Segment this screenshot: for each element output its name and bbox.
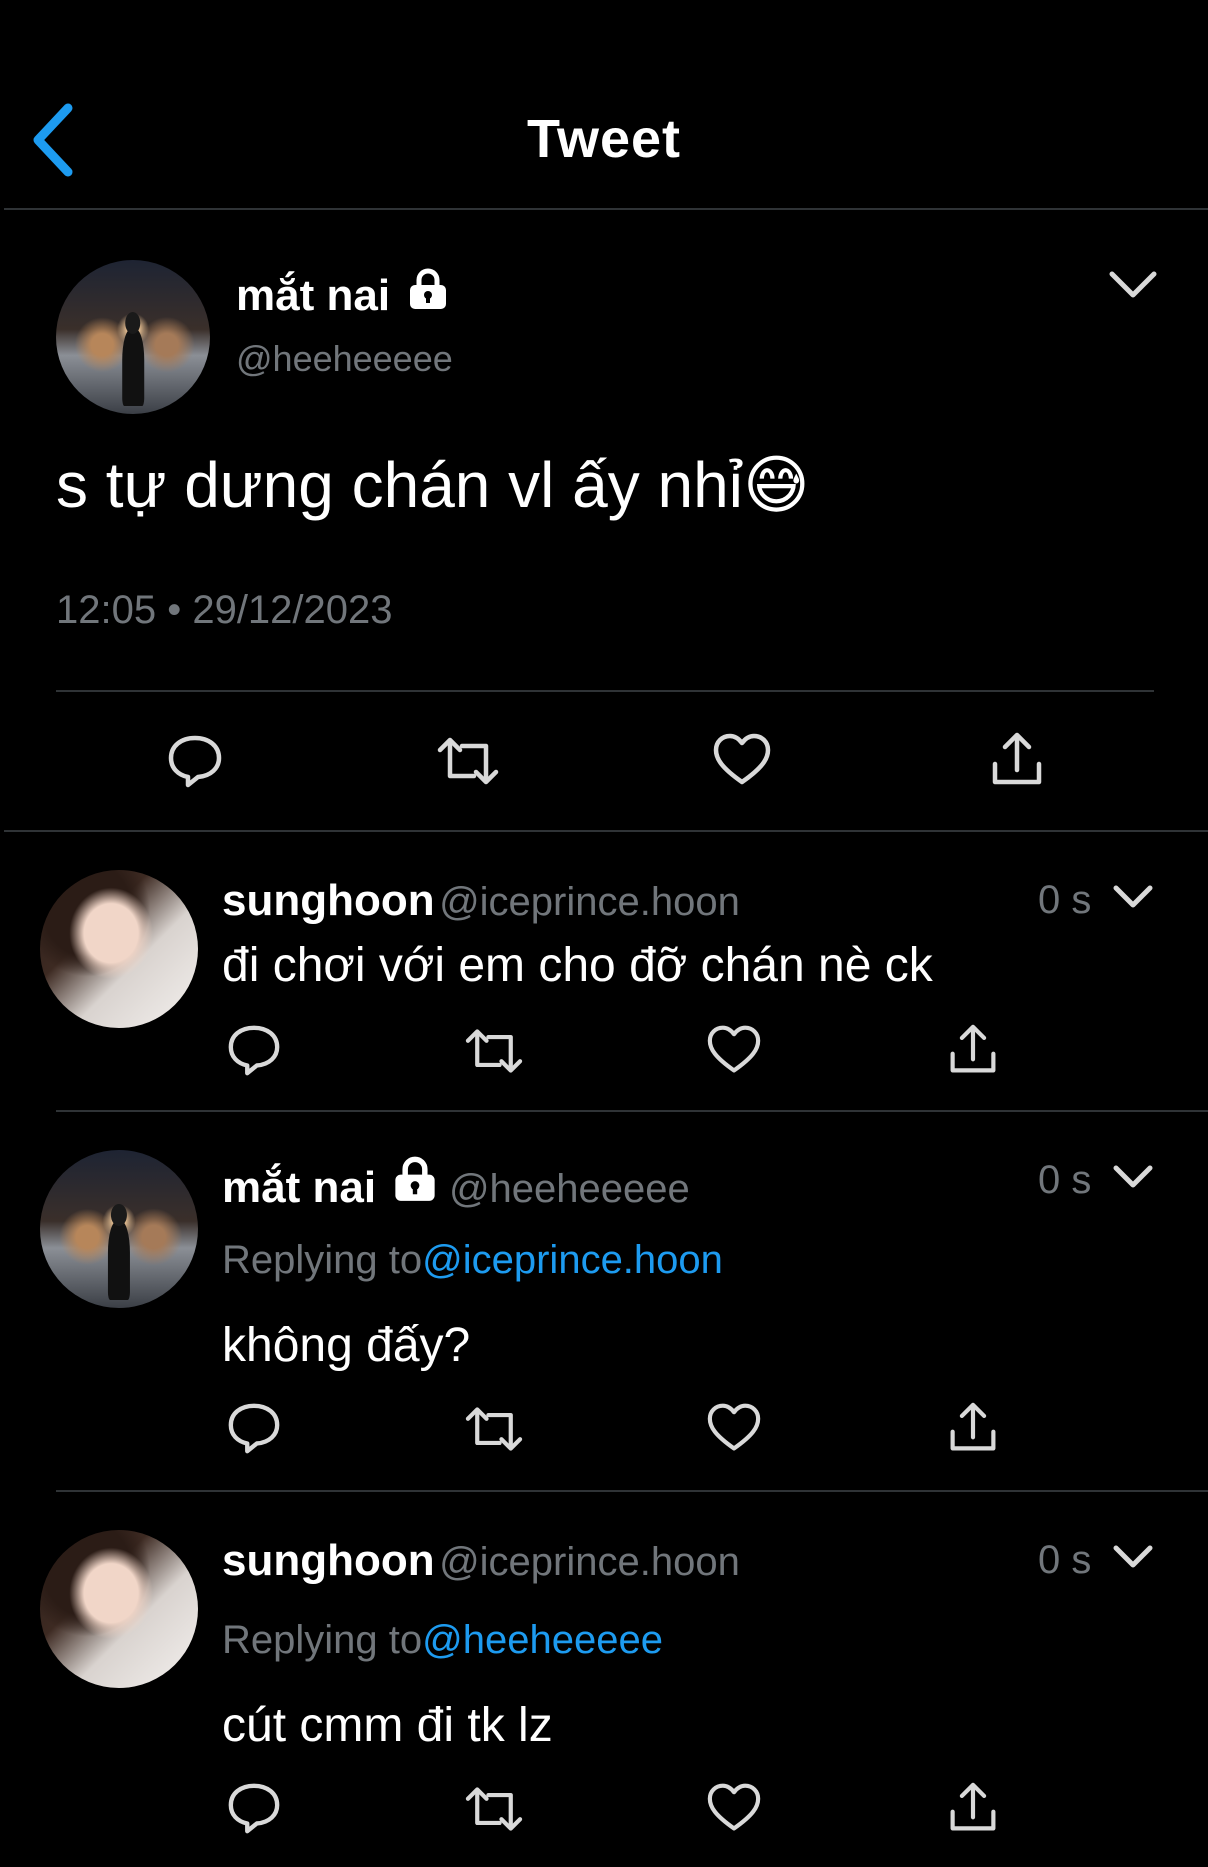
replying-to-mention[interactable]: @heeheeeee bbox=[422, 1618, 663, 1662]
retweet-icon bbox=[465, 1029, 523, 1073]
avatar[interactable] bbox=[40, 1150, 198, 1308]
replying-to: Replying to@iceprince.hoon bbox=[222, 1238, 723, 1283]
share-icon bbox=[950, 1024, 996, 1073]
reply-options-button[interactable] bbox=[1112, 1162, 1154, 1197]
retweet-button[interactable] bbox=[464, 1402, 524, 1461]
share-button[interactable] bbox=[948, 1782, 998, 1839]
lock-icon bbox=[394, 1156, 435, 1201]
reply-author-name[interactable]: sunghoon bbox=[222, 876, 435, 925]
like-icon bbox=[707, 1783, 761, 1831]
share-button[interactable] bbox=[948, 1402, 998, 1459]
reply-icon bbox=[228, 1403, 280, 1454]
reply-header: sunghoon @iceprince.hoon bbox=[222, 1536, 740, 1586]
reply-time: 0 s bbox=[1038, 1538, 1092, 1582]
retweet-icon bbox=[465, 1787, 523, 1831]
like-icon bbox=[713, 733, 771, 785]
retweet-button[interactable] bbox=[436, 732, 500, 795]
reply-time: 0 s bbox=[1038, 1158, 1092, 1202]
reply-time: 0 s bbox=[1038, 878, 1092, 922]
reply-text: không đấy? bbox=[222, 1319, 471, 1372]
avatar[interactable] bbox=[40, 1530, 198, 1688]
share-button[interactable] bbox=[948, 1024, 998, 1081]
like-button[interactable] bbox=[706, 1402, 762, 1459]
share-icon bbox=[992, 732, 1042, 785]
chevron-down-icon bbox=[1113, 1165, 1153, 1188]
reply-icon bbox=[228, 1783, 280, 1834]
reply-icon bbox=[228, 1025, 280, 1076]
share-icon bbox=[950, 1402, 996, 1451]
reply-header: sunghoon @iceprince.hoon bbox=[222, 876, 740, 926]
header-divider bbox=[4, 208, 1208, 210]
reply-author-handle[interactable]: @iceprince.hoon bbox=[439, 1540, 740, 1584]
chevron-down-icon bbox=[1109, 271, 1157, 298]
like-button[interactable] bbox=[706, 1024, 762, 1081]
reply-options-button[interactable] bbox=[1112, 882, 1154, 917]
page-title: Tweet bbox=[526, 109, 682, 169]
avatar[interactable] bbox=[40, 870, 198, 1028]
like-icon bbox=[707, 1403, 761, 1451]
share-icon bbox=[950, 1782, 996, 1831]
reply-author-handle[interactable]: @heeheeeee bbox=[449, 1167, 690, 1211]
chevron-down-icon bbox=[1113, 1545, 1153, 1568]
reply-author-name[interactable]: sunghoon bbox=[222, 1536, 435, 1585]
avatar[interactable] bbox=[56, 260, 210, 414]
tweet-options-button[interactable] bbox=[1108, 268, 1158, 307]
retweet-icon bbox=[465, 1407, 523, 1451]
reply-divider bbox=[56, 1490, 1208, 1492]
author-handle[interactable]: @heeheeeee bbox=[236, 338, 453, 380]
share-button[interactable] bbox=[990, 732, 1044, 793]
reply-divider bbox=[56, 1110, 1208, 1112]
thread-divider bbox=[4, 830, 1208, 832]
lock-icon bbox=[410, 268, 447, 309]
reply-author-name[interactable]: mắt nai bbox=[222, 1163, 376, 1212]
reply-options-button[interactable] bbox=[1112, 1542, 1154, 1577]
reply-header: mắt nai @heeheeeee bbox=[222, 1156, 690, 1213]
reply-button[interactable] bbox=[166, 732, 224, 795]
reply-author-handle[interactable]: @iceprince.hoon bbox=[439, 880, 740, 924]
tweet-timestamp[interactable]: 12:05 • 29/12/2023 bbox=[56, 588, 393, 633]
reply-button[interactable] bbox=[226, 1022, 282, 1083]
replying-to-label: Replying to bbox=[222, 1238, 423, 1282]
reply-button[interactable] bbox=[226, 1780, 282, 1841]
retweet-icon bbox=[437, 737, 499, 785]
reply-icon bbox=[168, 735, 222, 788]
reply-text: đi chơi với em cho đỡ chán nè ck bbox=[222, 939, 933, 992]
retweet-button[interactable] bbox=[464, 1024, 524, 1083]
like-button[interactable] bbox=[706, 1782, 762, 1839]
replying-to-label: Replying to bbox=[222, 1618, 423, 1662]
author-name[interactable]: mắt nai bbox=[236, 268, 450, 321]
author-name-text: mắt nai bbox=[236, 271, 391, 320]
tweet-text: s tự dưng chán vl ấy nhỉ😅 bbox=[56, 449, 810, 521]
like-icon bbox=[707, 1025, 761, 1073]
meta-divider bbox=[56, 690, 1154, 692]
chevron-down-icon bbox=[1113, 885, 1153, 908]
like-button[interactable] bbox=[712, 732, 772, 793]
replying-to: Replying to@heeheeeee bbox=[222, 1618, 663, 1663]
replying-to-mention[interactable]: @iceprince.hoon bbox=[422, 1238, 723, 1282]
reply-text: cút cmm đi tk lz bbox=[222, 1699, 553, 1752]
reply-button[interactable] bbox=[226, 1400, 282, 1461]
retweet-button[interactable] bbox=[464, 1782, 524, 1841]
